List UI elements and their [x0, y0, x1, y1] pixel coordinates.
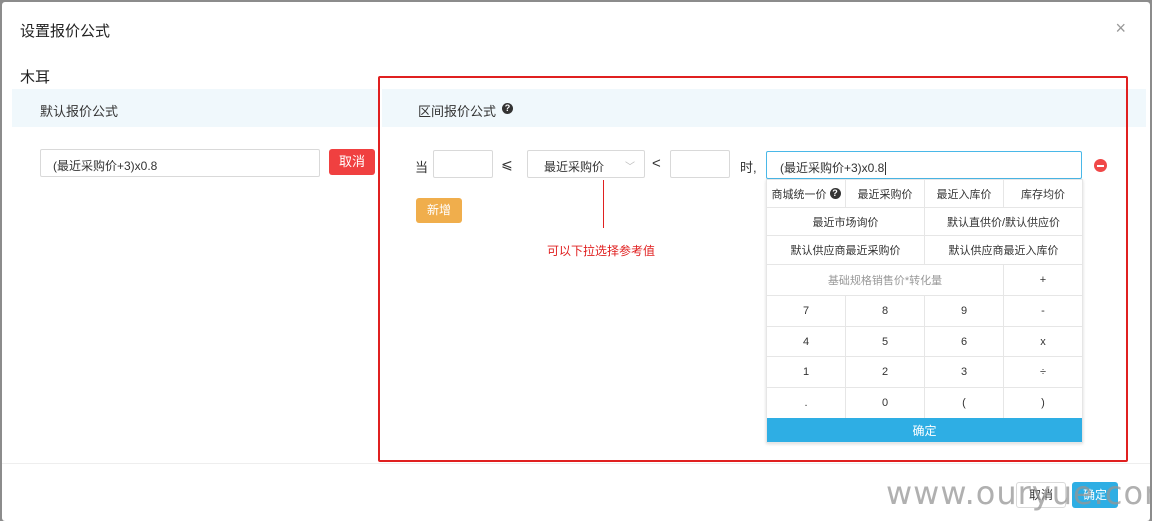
then-label: 时, [740, 160, 757, 175]
key-minus[interactable]: - [1004, 296, 1082, 327]
dialog-title: 设置报价公式 [20, 23, 111, 40]
key-latest-market-inquiry[interactable]: 最近市场询价 [767, 208, 925, 236]
lower-bound-input[interactable] [433, 150, 493, 178]
reference-price-select-value: 最近采购价 [544, 160, 605, 174]
default-formula-header: 默认报价公式 [12, 89, 380, 127]
reference-price-select[interactable]: 最近采购价 ﹀ [527, 150, 645, 178]
key-8[interactable]: 8 [846, 296, 925, 327]
product-name: 木耳 [20, 69, 51, 86]
key-stock-average-price[interactable]: 库存均价 [1004, 180, 1082, 208]
close-icon[interactable]: × [1115, 18, 1126, 39]
key-7[interactable]: 7 [767, 296, 846, 327]
default-formula-cancel-button[interactable]: 取消 [329, 149, 375, 175]
key-multiply[interactable]: x [1004, 327, 1082, 357]
annotation-line [603, 180, 604, 228]
key-latest-inbound-price[interactable]: 最近入库价 [925, 180, 1004, 208]
key-base-spec-sale-price[interactable]: 基础规格销售价*转化量 [767, 265, 1004, 296]
key-default-direct-supply-price[interactable]: 默认直供价/默认供应价 [925, 208, 1082, 236]
key-5[interactable]: 5 [846, 327, 925, 357]
le-symbol: ⩽ [501, 156, 513, 172]
key-open-paren[interactable]: ( [925, 388, 1004, 418]
watermark: www.ouryue.com [886, 474, 1150, 512]
footer-divider [2, 463, 1150, 464]
formula-keypad: 商城统一价? 最近采购价 最近入库价 库存均价 最近市场询价 默认直供价/默认供… [766, 179, 1083, 443]
key-3[interactable]: 3 [925, 357, 1004, 388]
annotation-text: 可以下拉选择参考值 [547, 244, 656, 258]
key-2[interactable]: 2 [846, 357, 925, 388]
chevron-down-icon: ﹀ [625, 162, 635, 173]
key-label: 商城统一价 [771, 188, 827, 201]
key-default-supplier-latest-purchase[interactable]: 默认供应商最近采购价 [767, 236, 925, 265]
add-rule-button[interactable]: 新增 [416, 198, 462, 223]
default-formula-input[interactable]: (最近采购价+3)x0.8 [40, 149, 320, 177]
key-0[interactable]: 0 [846, 388, 925, 418]
key-dot[interactable]: . [767, 388, 846, 418]
key-1[interactable]: 1 [767, 357, 846, 388]
set-quote-formula-dialog: 设置报价公式 × 木耳 默认报价公式 区间报价公式 ? (最近采购价+3)x0.… [2, 2, 1150, 521]
key-divide[interactable]: ÷ [1004, 357, 1082, 388]
upper-bound-input[interactable] [670, 150, 730, 178]
range-formula-value: (最近采购价+3)x0.8 [780, 161, 885, 175]
key-close-paren[interactable]: ) [1004, 388, 1082, 418]
remove-rule-icon[interactable] [1094, 159, 1107, 172]
key-9[interactable]: 9 [925, 296, 1004, 327]
key-mall-unified-price[interactable]: 商城统一价? [767, 180, 846, 208]
keypad-confirm-button[interactable]: 确定 [767, 418, 1082, 442]
key-4[interactable]: 4 [767, 327, 846, 357]
text-caret [885, 162, 887, 176]
default-formula-header-label: 默认报价公式 [40, 104, 119, 119]
key-6[interactable]: 6 [925, 327, 1004, 357]
key-default-supplier-latest-inbound[interactable]: 默认供应商最近入库价 [925, 236, 1082, 265]
key-plus[interactable]: + [1004, 265, 1082, 296]
key-latest-purchase-price[interactable]: 最近采购价 [846, 180, 925, 208]
when-label: 当 [415, 160, 429, 175]
range-formula-input[interactable]: (最近采购价+3)x0.8 [766, 151, 1082, 179]
help-icon[interactable]: ? [829, 188, 841, 199]
lt-symbol: < [652, 155, 661, 172]
